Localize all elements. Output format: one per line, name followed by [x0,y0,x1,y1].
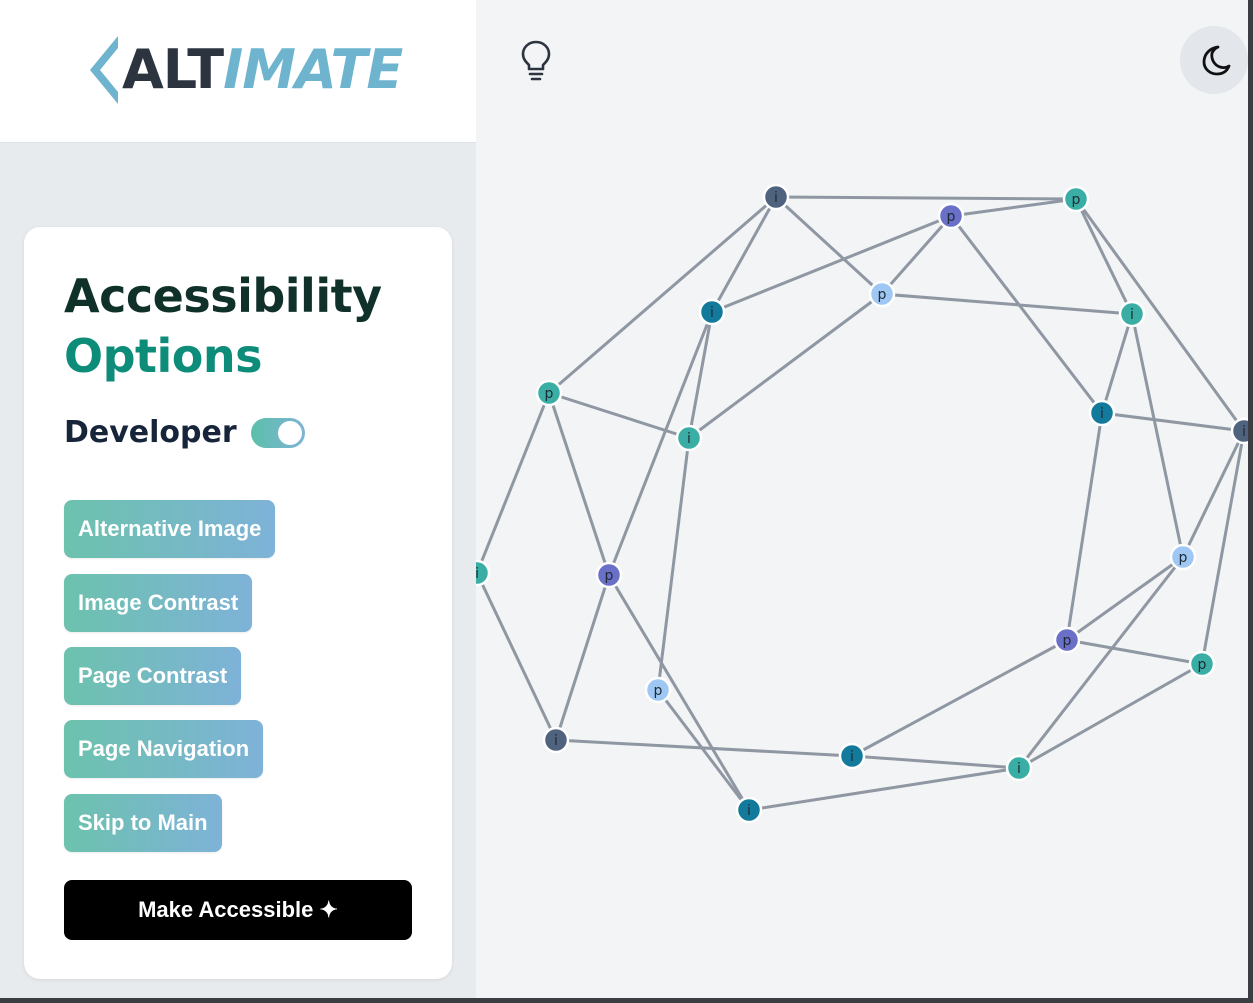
graph-node-label: i [850,749,854,765]
graph-edge [547,392,611,576]
logo-bar: ALTIMATE [0,0,476,143]
graph-node-label: i [747,803,751,819]
graph-edge [548,391,690,440]
graph-edge [1066,638,1203,666]
graph-node[interactable]: i [1088,399,1116,427]
graph-node-label: p [1063,633,1072,649]
accessibility-sidebar: ALTIMATE Accessibility Options Developer… [0,0,476,1003]
graph-node[interactable]: i [542,726,570,754]
developer-label: Developer [64,415,237,450]
logo-text-alt: ALT [122,38,224,101]
graph-edge [851,638,1068,758]
graph-node[interactable]: i [675,424,703,452]
graph-node[interactable]: p [1053,626,1081,654]
page-contrast-button[interactable]: Page Contrast [64,647,242,705]
graph-edge [1101,411,1245,433]
graph-node[interactable]: i [476,559,491,587]
graph-node[interactable]: i [1118,300,1146,328]
graph-edge [1018,662,1203,770]
graph-node-label: i [554,733,558,749]
graph-edge [1017,556,1185,769]
graph-node-label: p [947,209,956,225]
graph-edges [476,195,1246,812]
graph-node[interactable]: i [698,298,726,326]
graph-edge [949,215,1104,414]
graph-edge [656,437,691,691]
graph-edge [476,572,558,741]
accessibility-options-card: Accessibility Options Developer Alternat… [24,227,452,979]
graph-edge [775,195,1077,201]
graph-nodes[interactable]: i p p i p i p i i i i p p p p p i i i i [476,183,1248,824]
graph-node[interactable]: p [595,561,623,589]
graph-node-label: i [710,305,714,321]
graph-node[interactable]: i [1230,417,1248,445]
graph-node-label: i [1100,406,1104,422]
graph-node[interactable]: i [1005,754,1033,782]
graph-node[interactable]: i [735,796,763,824]
graph-node-label: p [605,568,614,584]
chevron-left-icon [90,36,118,104]
alternative-image-button[interactable]: Alternative Image [64,500,276,558]
graph-edge [607,574,751,811]
developer-row: Developer [64,415,305,450]
make-accessible-button[interactable]: Make Accessible ✦ [64,880,412,940]
panel-title: Accessibility [64,269,382,323]
graph-edge [1074,198,1134,315]
page-navigation-button[interactable]: Page Navigation [64,720,264,778]
graph-canvas: i p p i p i p i i i i p p p p p i i i i [476,0,1248,1003]
graph-node-label: p [1179,550,1188,566]
skip-to-main-button[interactable]: Skip to Main [64,794,222,852]
graph-node-label: i [476,566,479,582]
panel-subtitle: Options [64,329,263,383]
graph-edge [851,754,1020,770]
graph-node[interactable]: i [838,742,866,770]
graph-edge [555,738,853,758]
graph-edge [1065,412,1104,641]
graph-edge [1181,430,1246,558]
toggle-knob [277,420,302,445]
graph-node-label: p [654,683,663,699]
graph-edge [1130,313,1185,558]
graph-node[interactable]: p [644,676,672,704]
altimate-logo: ALTIMATE [86,34,403,106]
graph-edge [950,197,1077,218]
graph-node-label: p [1072,192,1081,208]
graph-node[interactable]: p [937,202,965,230]
graph-node-label: p [878,287,887,303]
image-contrast-button[interactable]: Image Contrast [64,574,253,632]
graph-edge [710,196,778,313]
graph-node-label: i [1017,761,1021,777]
graph-edge [554,574,611,741]
graph-node[interactable]: p [1169,543,1197,571]
graph-node[interactable]: p [535,379,563,407]
graph-node-label: i [687,431,691,447]
graph-edge [881,292,1133,316]
graph-edge [748,766,1020,812]
graph-edge [880,215,953,295]
graph-node[interactable]: p [1188,650,1216,678]
developer-toggle[interactable] [250,417,305,448]
graph-edge [1074,198,1246,432]
graph-edge [476,392,551,574]
graph-edge [548,195,777,395]
window-edge-bottom [0,998,1253,1003]
graph-node-label: i [1242,424,1246,440]
graph-node-label: p [1198,657,1207,673]
graph-edge [1066,555,1184,642]
graph-node[interactable]: p [868,280,896,308]
logo-text-imate: IMATE [223,38,403,101]
window-edge-right [1248,0,1253,1003]
graph-node-label: p [545,386,554,402]
graph-edge [687,311,714,439]
graph-node-label: i [774,190,778,206]
graph-edge [1200,430,1246,665]
network-graph[interactable]: i p p i p i p i i i i p p p p p i i i i [476,0,1248,1003]
graph-node[interactable]: i [762,183,790,211]
graph-node[interactable]: p [1062,185,1090,213]
graph-edge [1100,313,1134,414]
graph-node-label: i [1130,307,1134,323]
